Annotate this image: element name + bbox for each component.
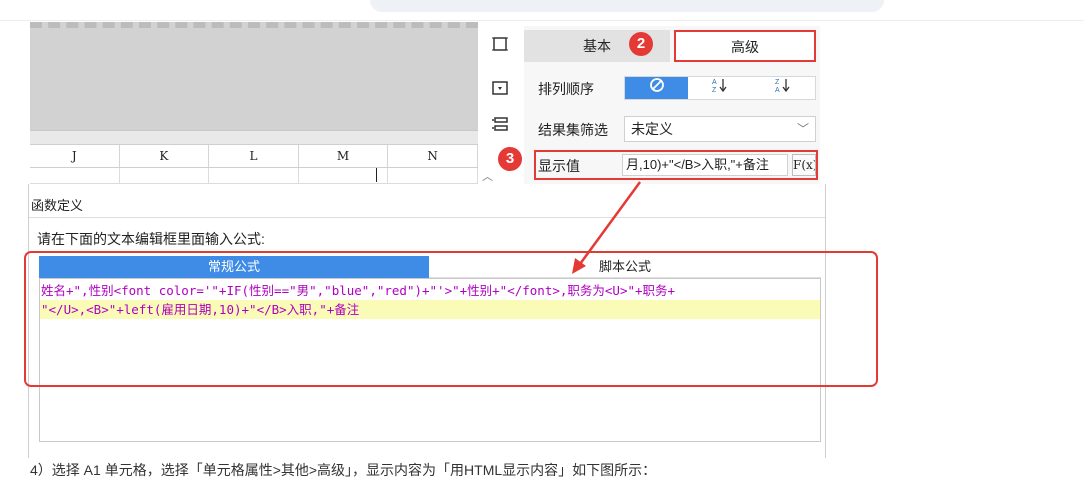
sheet-separator — [30, 130, 478, 144]
sheet-gray-region — [30, 22, 478, 130]
step-badge-3: 3 — [498, 147, 522, 171]
svg-text:Z: Z — [775, 79, 780, 86]
scroll-up-icon[interactable]: ︿ — [482, 168, 493, 184]
svg-text:A: A — [775, 87, 780, 93]
dialog-title: 函数定义 — [31, 198, 84, 213]
svg-text:Z: Z — [712, 87, 717, 93]
square-outline-icon[interactable] — [488, 32, 512, 56]
filter-value: 未定义 — [631, 121, 673, 137]
column-header-n[interactable]: N — [388, 145, 478, 167]
sort-order-group: AZ ZA — [624, 76, 816, 100]
column-header-row: J K L M N — [30, 144, 478, 168]
column-header-j[interactable]: J — [30, 145, 120, 167]
sort-ascending-button[interactable]: AZ — [688, 77, 751, 99]
chevron-down-icon: ﹀ — [796, 122, 809, 136]
dialog-prompt: 请在下面的文本编辑框里面输入公式: — [37, 231, 265, 247]
sort-descending-button[interactable]: ZA — [752, 77, 815, 99]
bottom-instruction-text: 4）选择 A1 单元格，选择「单元格属性>其他>高级」，显示内容为「用HTML显… — [30, 462, 657, 478]
spreadsheet-area: J K L M N ︿ — [30, 22, 493, 184]
display-value-input[interactable]: 月,10)+"</B>入职,"+备注 — [622, 154, 788, 176]
dialog-divider — [29, 217, 825, 218]
fx-formula-button[interactable]: F(x) — [792, 154, 816, 176]
sheet-row[interactable] — [30, 168, 478, 184]
cell-properties-panel: 基本 高级 排列顺序 AZ ZA 结果集筛选 未定义 ﹀ 显示值 月,10)+"… — [524, 26, 820, 186]
formula-highlight-box — [24, 251, 878, 387]
display-value-label: 显示值 — [538, 158, 580, 174]
step-badge-2: 2 — [629, 32, 653, 56]
column-header-k[interactable]: K — [120, 145, 210, 167]
tab-advanced[interactable]: 高级 — [674, 30, 816, 62]
top-search-pill — [370, 0, 884, 12]
display-value-row: 显示值 月,10)+"</B>入职,"+备注 F(x) — [534, 150, 818, 180]
list-panel-icon[interactable] — [488, 112, 512, 136]
sort-none-button[interactable] — [625, 77, 689, 99]
column-header-m[interactable]: M — [299, 145, 389, 167]
text-cursor — [376, 168, 377, 182]
sort-descending-icon: ZA — [775, 79, 790, 94]
dropdown-box-icon[interactable] — [488, 76, 512, 100]
top-divider — [0, 20, 1084, 21]
sort-ascending-icon: AZ — [712, 79, 727, 94]
sort-order-label: 排列顺序 — [538, 81, 594, 97]
filter-label: 结果集筛选 — [538, 122, 608, 138]
filter-select[interactable]: 未定义 ﹀ — [624, 116, 816, 142]
no-sort-icon — [649, 78, 664, 92]
column-header-l[interactable]: L — [209, 145, 299, 167]
svg-text:A: A — [712, 79, 717, 86]
